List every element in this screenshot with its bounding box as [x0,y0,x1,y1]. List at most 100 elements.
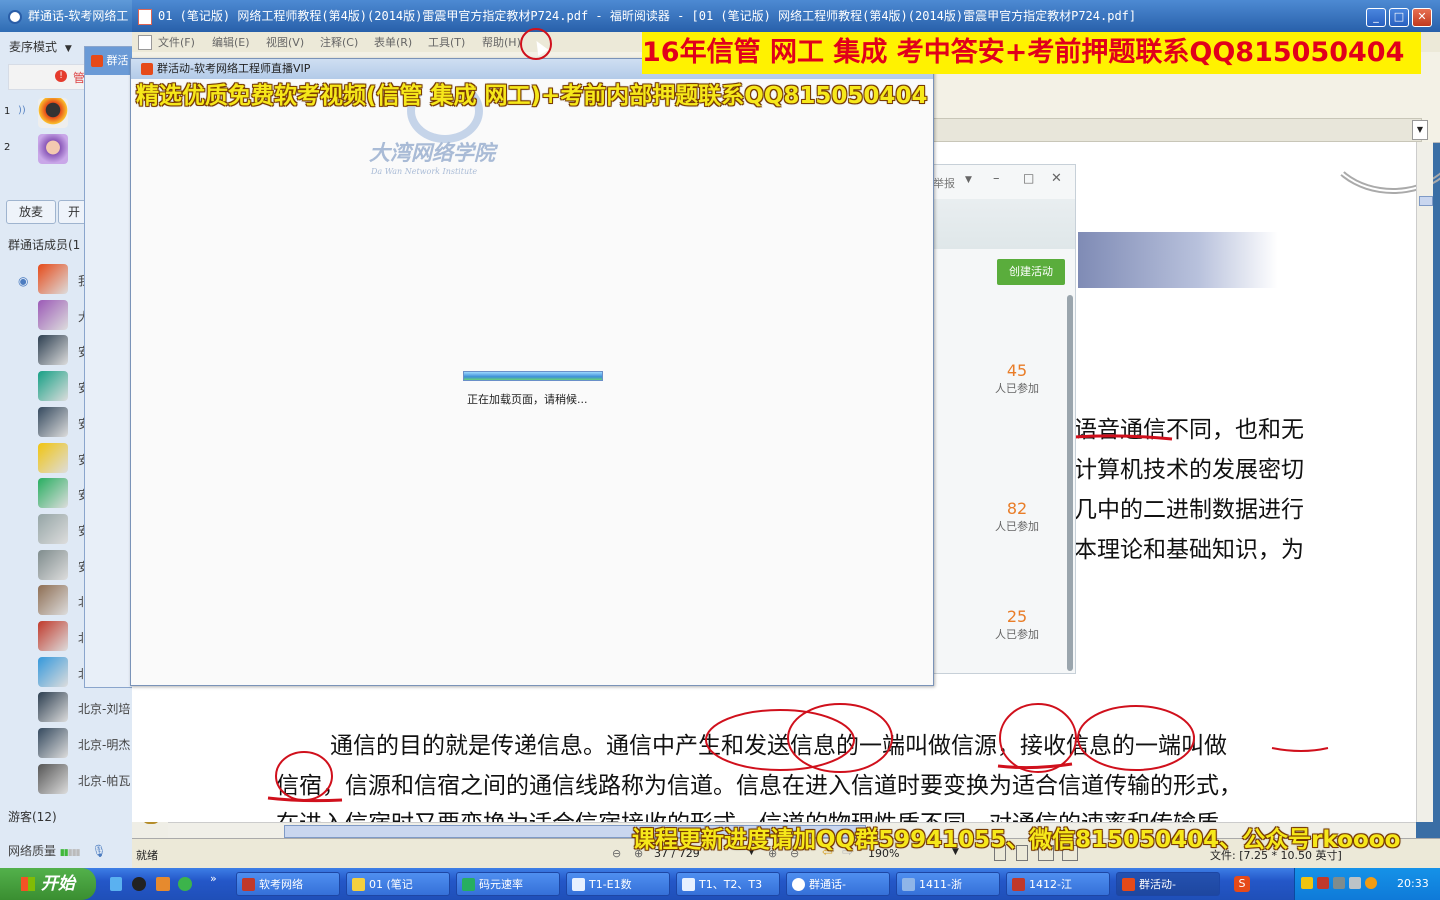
side-scrollbar[interactable] [1067,295,1073,671]
group-chat-title: 群活 [106,54,129,67]
taskbar-item-label: T1-E1数 [589,878,632,891]
tray-icon[interactable] [1333,877,1345,889]
group-chat-window: 群活 [84,46,134,688]
taskbar-item[interactable]: 1411-浙 [896,872,1000,896]
tray-icon[interactable] [1365,877,1377,889]
loading-progress-bar [463,371,603,381]
sogou-input-icon[interactable]: S [1234,876,1250,892]
activity-window-title: 群活动-软考网络工程师直播VIP [157,62,311,75]
status-text: 就绪 [136,849,158,862]
windows-logo-icon [21,877,35,891]
annotation-circle [1077,705,1195,771]
activity-icon [1122,878,1135,891]
scroll-thumb[interactable] [1419,196,1433,206]
taskbar-item[interactable]: T1、T2、T3 [676,872,780,896]
participant-label: 人已参加 [995,520,1039,533]
avatar [38,656,68,687]
create-activity-button[interactable]: 创建活动 [997,259,1065,285]
menu-help[interactable]: 帮助(H) [482,34,521,50]
taskbar-item[interactable]: T1-E1数 [566,872,670,896]
signal-bars-empty-icon: ▮▮▮ [67,848,81,858]
menu-file[interactable]: 文件(F) [158,34,195,50]
avatar [38,478,68,509]
taskbar-item[interactable]: 01 (笔记 [346,872,450,896]
logo-title: 大湾网络学院 [369,140,495,165]
maximize-icon[interactable]: □ [1023,171,1034,185]
loading-progress-fill [464,372,602,380]
mic-queue: 1 )) 2 [0,92,84,164]
release-mic-button[interactable]: 放麦 [6,200,56,224]
taskbar-item[interactable]: 1412-江 [1006,872,1110,896]
member-name: 北京-帕瓦 [78,773,131,788]
menu-tools[interactable]: 工具(T) [428,34,465,50]
taskbar-item[interactable]: 群通话- [786,872,890,896]
avatar [38,621,68,651]
activity-card[interactable]: 25 人已参加 [933,607,1067,657]
annotation-underline [1073,434,1173,441]
start-button[interactable]: 开始 [0,868,96,900]
quicklaunch-browser-icon[interactable] [178,877,192,891]
participant-label: 人已参加 [995,382,1039,395]
group-activity-sidebar: 举报 ▼ – □ ✕ 创建活动 45 人已参加 82 人已参加 25 人已参加 [932,164,1076,674]
close-icon[interactable]: ✕ [1051,171,1062,186]
annotation-circle [999,703,1077,773]
taskbar-item[interactable]: 码元速率 [456,872,560,896]
vertical-scrollbar[interactable] [1416,142,1433,822]
pdf-file-icon [138,8,152,25]
clock[interactable]: 20:33 [1397,868,1429,900]
taskbar-item-label: 1411-浙 [919,878,962,891]
activity-card[interactable]: 45 人已参加 [933,361,1067,411]
avatar [38,264,68,294]
menu-comment[interactable]: 注释(C) [320,34,358,50]
member-name: 北京-明杰 [78,738,131,753]
quicklaunch-icon[interactable] [156,877,170,891]
activity-card[interactable]: 82 人已参加 [933,499,1067,549]
guests-label[interactable]: 游客(12) [8,808,57,825]
member-row[interactable]: 北京-刘培 [0,690,132,726]
chevron-down-icon: ▼ [64,44,72,54]
annotation-circle [275,751,333,801]
tray-icon[interactable] [1317,877,1329,889]
member-row[interactable]: 北京-明杰 [0,726,132,762]
taskbar-item-active[interactable]: 群活动- [1116,872,1220,896]
alert-icon: ! [55,70,67,82]
minimize-icon[interactable]: – [993,171,1000,186]
avatar [38,585,68,616]
taskbar-item[interactable]: 软考网络 [236,872,340,896]
quicklaunch-icon[interactable] [110,877,122,891]
tray-icon[interactable] [1301,877,1313,889]
avatar [38,371,68,402]
minimize-button[interactable]: _ [1366,8,1386,27]
first-page-icon[interactable]: ⊖ [612,847,621,860]
maximize-button[interactable]: □ [1389,8,1409,27]
qq-logo-icon [8,9,22,24]
close-button[interactable]: ✕ [1412,8,1432,27]
windows-taskbar: 开始 » 软考网络 01 (笔记 码元速率 T1-E1数 T1、T2、T3 群通… [0,868,1440,900]
report-link[interactable]: 举报 [933,175,955,191]
annotation-underline [267,796,343,803]
menu-view[interactable]: 视图(V) [266,34,304,50]
menu-form[interactable]: 表单(R) [374,34,412,50]
foxit-title-bar: 01 (笔记版) 网络工程师教程(第4版)(2014版)雷震甲官方指定教材P72… [132,0,1440,32]
chevron-down-icon[interactable]: ▼ [965,175,972,185]
qq-title: 群通话-软考网络工 [28,9,129,23]
signal-bars-icon: ▮▮ [59,848,69,858]
participant-count: 45 [1006,361,1028,380]
avatar [38,513,68,544]
app-icon [1012,878,1025,891]
top-promo-banner: 16年信管 网工 集成 考中答安+考前押题联系QQ815050404 [642,32,1421,74]
quicklaunch-qq-icon[interactable] [132,877,146,891]
avatar [38,442,68,473]
foxit-window-title: 01 (笔记版) 网络工程师教程(第4版)(2014版)雷震甲官方指定教材P72… [158,9,1137,23]
mic-mode-label: 麦序模式 [9,40,58,54]
start-label: 开始 [41,874,75,894]
taskbar-item-label: 码元速率 [479,878,523,891]
volume-icon[interactable] [1349,877,1361,889]
group-chat-title-bar: 群活 [85,47,133,75]
menu-edit[interactable]: 编辑(E) [212,34,250,50]
microphone-icon[interactable]: 🎙 [91,844,106,858]
member-row[interactable]: 北京-帕瓦 [0,762,132,798]
qq-logo-icon [792,878,805,891]
mid-promo-overlay: 精选优质免费软考视频(信管 集成 网工)+考前内部押题联系QQ815050404 [136,83,928,109]
chevron-right-icon[interactable]: » [210,872,217,885]
